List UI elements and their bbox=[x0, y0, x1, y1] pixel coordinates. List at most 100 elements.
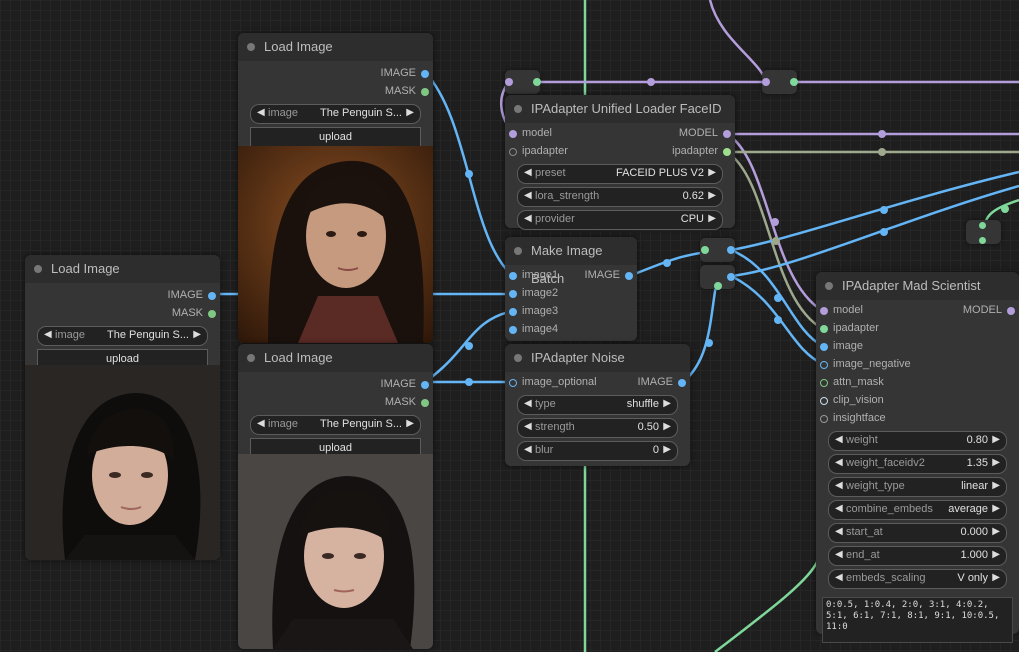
input-ipadapter-socket[interactable] bbox=[509, 148, 517, 156]
output-image-socket[interactable] bbox=[678, 379, 686, 387]
ipadapter-noise-node[interactable]: IPAdapter Noise image_optional IMAGE ◀ typ… bbox=[505, 344, 690, 466]
arrow-left-icon[interactable]: ◀ bbox=[835, 503, 843, 514]
arrow-left-icon[interactable]: ◀ bbox=[835, 526, 843, 537]
arrow-left-icon[interactable]: ◀ bbox=[524, 213, 532, 224]
load-image-node-left[interactable]: Load Image IMAGE MASK ◀ image The Penguin … bbox=[25, 255, 220, 560]
output-image-socket[interactable] bbox=[421, 70, 429, 78]
collapse-dot-icon[interactable] bbox=[247, 354, 255, 362]
arrow-right-icon[interactable]: ▶ bbox=[992, 434, 1000, 445]
output-ipadapter-socket[interactable] bbox=[723, 148, 731, 156]
make-image-batch-node[interactable]: Make Image Batch image1 IMAGE image2 imag… bbox=[505, 237, 637, 341]
arrow-left-icon[interactable]: ◀ bbox=[257, 107, 265, 118]
ipadapter-mad-scientist-node[interactable]: IPAdapter Mad Scientist model MODEL ipada… bbox=[816, 272, 1019, 643]
load-image-node-bottom[interactable]: Load Image IMAGE MASK ◀ image The Penguin … bbox=[238, 344, 433, 649]
arrow-right-icon[interactable]: ▶ bbox=[663, 444, 671, 455]
weight-type-widget[interactable]: ◀ weight_type linear ▶ bbox=[828, 477, 1007, 497]
node-title-bar[interactable]: Make Image Batch bbox=[505, 237, 637, 286]
arrow-right-icon[interactable]: ▶ bbox=[992, 503, 1000, 514]
layer-weights-textarea[interactable]: 0:0.5, 1:0.4, 2:0, 3:1, 4:0.2, 5:1, 6:1,… bbox=[822, 597, 1013, 643]
output-model-socket[interactable] bbox=[1007, 307, 1015, 315]
collapse-dot-icon[interactable] bbox=[247, 43, 255, 51]
blur-widget[interactable]: ◀ blur 0 ▶ bbox=[517, 441, 678, 461]
reroute-green[interactable] bbox=[966, 220, 1001, 244]
arrow-right-icon[interactable]: ▶ bbox=[992, 457, 1000, 468]
arrow-left-icon[interactable]: ◀ bbox=[835, 434, 843, 445]
ipadapter-unified-loader-node[interactable]: IPAdapter Unified Loader FaceID model MOD… bbox=[505, 95, 735, 230]
strength-widget[interactable]: ◀ strength 0.50 ▶ bbox=[517, 418, 678, 438]
input-image-socket[interactable] bbox=[820, 343, 828, 351]
input-attn-mask-socket[interactable] bbox=[820, 379, 828, 387]
arrow-left-icon[interactable]: ◀ bbox=[44, 329, 52, 340]
end-at-widget[interactable]: ◀ end_at 1.000 ▶ bbox=[828, 546, 1007, 566]
output-mask-socket[interactable] bbox=[421, 399, 429, 407]
output-mask-socket[interactable] bbox=[208, 310, 216, 318]
upload-button[interactable]: upload bbox=[250, 127, 421, 147]
arrow-right-icon[interactable]: ▶ bbox=[406, 107, 414, 118]
weight-faceidv2-widget[interactable]: ◀ weight_faceidv2 1.35 ▶ bbox=[828, 454, 1007, 474]
input-image-optional-socket[interactable] bbox=[509, 379, 517, 387]
arrow-right-icon[interactable]: ▶ bbox=[992, 549, 1000, 560]
start-at-widget[interactable]: ◀ start_at 0.000 ▶ bbox=[828, 523, 1007, 543]
node-title-bar[interactable]: IPAdapter Mad Scientist bbox=[816, 272, 1019, 300]
arrow-left-icon[interactable]: ◀ bbox=[257, 418, 265, 429]
arrow-left-icon[interactable]: ◀ bbox=[524, 444, 532, 455]
combine-embeds-widget[interactable]: ◀ combine_embeds average ▶ bbox=[828, 500, 1007, 520]
input-image4-socket[interactable] bbox=[509, 326, 517, 334]
collapse-dot-icon[interactable] bbox=[34, 265, 42, 273]
output-model-socket[interactable] bbox=[723, 130, 731, 138]
arrow-right-icon[interactable]: ▶ bbox=[708, 167, 716, 178]
arrow-right-icon[interactable]: ▶ bbox=[992, 572, 1000, 583]
input-image2-socket[interactable] bbox=[509, 290, 517, 298]
input-insightface-socket[interactable] bbox=[820, 415, 828, 423]
arrow-right-icon[interactable]: ▶ bbox=[708, 190, 716, 201]
reroute-model-left[interactable] bbox=[505, 70, 541, 94]
output-mask-socket[interactable] bbox=[421, 88, 429, 96]
image-select-widget[interactable]: ◀ image The Penguin S... ▶ bbox=[37, 326, 208, 346]
collapse-dot-icon[interactable] bbox=[514, 105, 522, 113]
preset-widget[interactable]: ◀ preset FACEID PLUS V2 ▶ bbox=[517, 164, 723, 184]
reroute-image-1[interactable] bbox=[700, 238, 735, 262]
arrow-left-icon[interactable]: ◀ bbox=[524, 190, 532, 201]
arrow-right-icon[interactable]: ▶ bbox=[992, 480, 1000, 491]
input-image-negative-socket[interactable] bbox=[820, 361, 828, 369]
lora-strength-widget[interactable]: ◀ lora_strength 0.62 ▶ bbox=[517, 187, 723, 207]
arrow-left-icon[interactable]: ◀ bbox=[835, 480, 843, 491]
node-title-bar[interactable]: IPAdapter Unified Loader FaceID bbox=[505, 95, 735, 123]
collapse-dot-icon[interactable] bbox=[514, 247, 522, 255]
image-select-widget[interactable]: ◀ image The Penguin S... ▶ bbox=[250, 104, 421, 124]
provider-widget[interactable]: ◀ provider CPU ▶ bbox=[517, 210, 723, 230]
output-image-socket[interactable] bbox=[208, 292, 216, 300]
reroute-model-right[interactable] bbox=[762, 70, 798, 94]
weight-widget[interactable]: ◀ weight 0.80 ▶ bbox=[828, 431, 1007, 451]
node-title-bar[interactable]: Load Image bbox=[238, 344, 433, 372]
embeds-scaling-widget[interactable]: ◀ embeds_scaling V only ▶ bbox=[828, 569, 1007, 589]
arrow-right-icon[interactable]: ▶ bbox=[992, 526, 1000, 537]
output-image-socket[interactable] bbox=[421, 381, 429, 389]
arrow-left-icon[interactable]: ◀ bbox=[835, 549, 843, 560]
node-title-bar[interactable]: Load Image bbox=[25, 255, 220, 283]
output-image-socket[interactable] bbox=[625, 272, 633, 280]
image-select-widget[interactable]: ◀ image The Penguin S... ▶ bbox=[250, 415, 421, 435]
input-ipadapter-socket[interactable] bbox=[820, 325, 828, 333]
arrow-left-icon[interactable]: ◀ bbox=[524, 398, 532, 409]
collapse-dot-icon[interactable] bbox=[825, 282, 833, 290]
node-title-bar[interactable]: IPAdapter Noise bbox=[505, 344, 690, 372]
node-title-bar[interactable]: Load Image bbox=[238, 33, 433, 61]
load-image-node-top[interactable]: Load Image IMAGE MASK ◀ image The Penguin … bbox=[238, 33, 433, 343]
arrow-right-icon[interactable]: ▶ bbox=[193, 329, 201, 340]
arrow-right-icon[interactable]: ▶ bbox=[663, 421, 671, 432]
arrow-left-icon[interactable]: ◀ bbox=[835, 457, 843, 468]
arrow-right-icon[interactable]: ▶ bbox=[406, 418, 414, 429]
input-model-socket[interactable] bbox=[509, 130, 517, 138]
collapse-dot-icon[interactable] bbox=[514, 354, 522, 362]
reroute-image-2[interactable] bbox=[700, 265, 735, 290]
arrow-left-icon[interactable]: ◀ bbox=[524, 421, 532, 432]
input-model-socket[interactable] bbox=[820, 307, 828, 315]
arrow-right-icon[interactable]: ▶ bbox=[708, 213, 716, 224]
arrow-left-icon[interactable]: ◀ bbox=[835, 572, 843, 583]
type-widget[interactable]: ◀ type shuffle ▶ bbox=[517, 395, 678, 415]
input-clip-vision-socket[interactable] bbox=[820, 397, 828, 405]
input-image1-socket[interactable] bbox=[509, 272, 517, 280]
input-image3-socket[interactable] bbox=[509, 308, 517, 316]
arrow-left-icon[interactable]: ◀ bbox=[524, 167, 532, 178]
